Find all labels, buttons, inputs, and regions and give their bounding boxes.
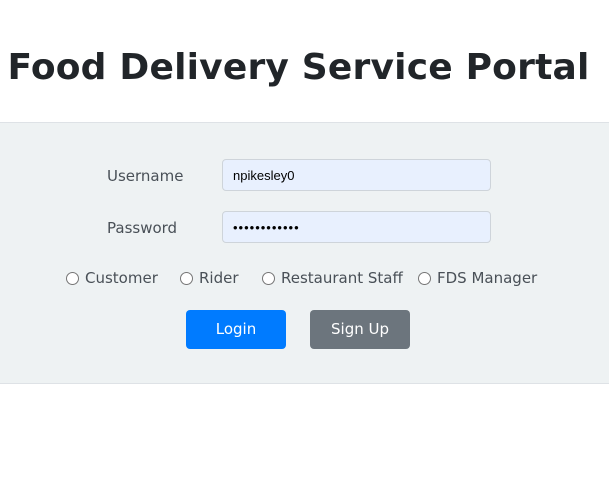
rider-radio[interactable] [180, 271, 193, 285]
role-option-fds-manager[interactable]: FDS Manager [418, 268, 537, 288]
role-option-customer[interactable]: Customer [66, 268, 158, 288]
login-form-panel: Username Password Customer Rider Restaur… [0, 122, 609, 384]
fds-manager-label: FDS Manager [437, 269, 538, 287]
customer-radio[interactable] [66, 271, 79, 285]
role-option-restaurant-staff[interactable]: Restaurant Staff [262, 268, 403, 288]
role-radio-group: Customer Rider Restaurant Staff FDS Mana… [0, 268, 609, 288]
rider-label: Rider [199, 269, 239, 287]
username-input[interactable] [222, 159, 491, 191]
customer-label: Customer [85, 269, 158, 287]
role-option-rider[interactable]: Rider [180, 268, 239, 288]
page-title: Food Delivery Service Portal [7, 47, 590, 88]
login-page: Food Delivery Service Portal Username Pa… [0, 0, 609, 477]
login-button[interactable]: Login [186, 310, 286, 349]
restaurant-staff-label: Restaurant Staff [281, 269, 403, 287]
username-label: Username [107, 167, 184, 185]
password-label: Password [107, 219, 178, 237]
password-input[interactable] [222, 211, 491, 243]
sign-up-button[interactable]: Sign Up [310, 310, 410, 349]
restaurant-staff-radio[interactable] [262, 271, 275, 285]
fds-manager-radio[interactable] [418, 271, 431, 285]
